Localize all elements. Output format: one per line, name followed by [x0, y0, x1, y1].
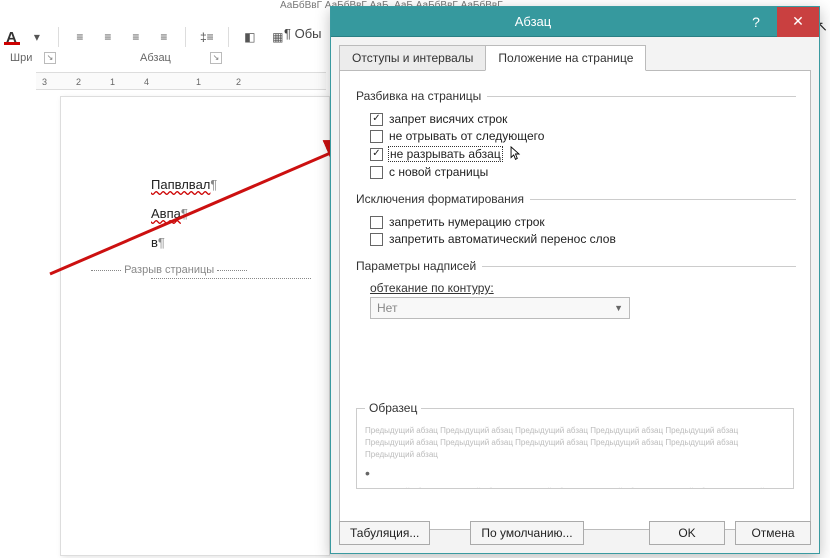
close-button[interactable]: ✕	[777, 7, 819, 37]
group-pagination: Разбивка на страницы запрет висячих стро…	[354, 89, 796, 184]
set-default-button[interactable]: По умолчанию...	[470, 521, 583, 545]
page-break-marker: Разрыв страницы	[151, 264, 311, 279]
help-button[interactable]: ?	[735, 7, 777, 37]
checkbox-row[interactable]: запретить нумерацию строк	[370, 215, 796, 229]
group-textbox-options: Параметры надписей обтекание по контуру:…	[354, 259, 796, 321]
group-formatting-exceptions: Исключения форматирования запретить нуме…	[354, 192, 796, 251]
group-formatting-legend: Исключения форматирования	[354, 192, 530, 206]
pilcrow-icon: ¶	[158, 235, 165, 250]
group-label-paragraph: Абзац	[140, 52, 171, 64]
pilcrow-icon: ¶	[210, 177, 217, 192]
ruler-num: 4	[144, 77, 149, 87]
wrap-select-value: Нет	[377, 301, 397, 315]
preview-area: Образец Предыдущий абзац Предыдущий абза…	[354, 399, 796, 489]
preview-prev-text: Предыдущий абзац Предыдущий абзац Предыд…	[365, 426, 738, 459]
dialog-tabs: Отступы и интервалы Положение на страниц…	[339, 45, 819, 71]
misspelled-word[interactable]: Авпа	[151, 206, 181, 221]
dialog-footer: Табуляция... По умолчанию... OK Отмена	[339, 521, 811, 545]
checkbox-label: запретить нумерацию строк	[389, 215, 545, 229]
separator	[185, 27, 186, 47]
cancel-button[interactable]: Отмена	[735, 521, 811, 545]
checkbox-label-focused: не разрывать абзац	[389, 147, 502, 161]
checkbox-suppress-line-numbers[interactable]	[370, 216, 383, 229]
ruler-num: 2	[236, 77, 241, 87]
align-justify-button[interactable]: ≡	[153, 26, 175, 48]
preview-fieldset: Образец Предыдущий абзац Предыдущий абза…	[356, 399, 794, 489]
paragraph-dialog-launcher[interactable]: ↘	[210, 52, 222, 64]
ruler-num: 1	[196, 77, 201, 87]
checkbox-keep-with-next[interactable]	[370, 130, 383, 143]
tab-panel-page-position: Разбивка на страницы запрет висячих стро…	[339, 70, 811, 530]
group-label-font: Шри	[10, 52, 32, 64]
wrap-select[interactable]: Нет ▼	[370, 297, 630, 319]
font-dialog-launcher[interactable]: ↘	[44, 52, 56, 64]
checkbox-label: запрет висячих строк	[389, 112, 507, 126]
tab-page-position[interactable]: Положение на странице	[485, 45, 646, 71]
font-color-underline-icon	[4, 42, 20, 45]
align-center-button[interactable]: ≡	[97, 26, 119, 48]
ruler-num: 3	[42, 77, 47, 87]
checkbox-row[interactable]: не разрывать абзац	[370, 146, 796, 162]
wrap-label: обтекание по контуру:	[370, 281, 796, 295]
checkbox-row[interactable]: запрет висячих строк	[370, 112, 796, 126]
document-line: в¶	[151, 235, 329, 250]
font-color-button[interactable]: A	[6, 29, 20, 46]
document-line: Авпа¶	[151, 206, 329, 221]
checkbox-label: не отрывать от следующего	[389, 129, 544, 143]
checkbox-row[interactable]: запретить автоматический перенос слов	[370, 232, 796, 246]
checkbox-page-break-before[interactable]	[370, 166, 383, 179]
checkbox-label: с новой страницы	[389, 165, 488, 179]
separator	[228, 27, 229, 47]
align-left-button[interactable]: ≡	[69, 26, 91, 48]
dialog-titlebar[interactable]: Абзац ? ✕	[331, 7, 819, 37]
style-sample-fragment: ¶ Обы	[284, 26, 322, 41]
checkbox-row[interactable]: с новой страницы	[370, 165, 796, 179]
font-color-dropdown[interactable]: ▾	[26, 26, 48, 48]
preview-current-marker: •	[365, 463, 785, 484]
ruler-num: 2	[76, 77, 81, 87]
misspelled-word[interactable]: Папвлвал	[151, 177, 210, 192]
chevron-down-icon: ▼	[614, 303, 623, 313]
style-sample-text: ¶ Обы	[284, 26, 322, 41]
dialog-title: Абзац	[331, 14, 735, 29]
group-textbox-legend: Параметры надписей	[354, 259, 482, 273]
mouse-cursor-icon	[510, 146, 521, 162]
checkbox-label: запретить автоматический перенос слов	[389, 232, 616, 246]
align-right-button[interactable]: ≡	[125, 26, 147, 48]
pilcrow-icon: ¶	[181, 206, 188, 221]
page-break-label: Разрыв страницы	[124, 264, 214, 276]
paragraph-dialog: Абзац ? ✕ Отступы и интервалы Положение …	[330, 6, 820, 554]
checkbox-keep-lines-together[interactable]	[370, 148, 383, 161]
shading-button[interactable]: ◧	[239, 26, 261, 48]
word: в	[151, 235, 158, 250]
tab-indents[interactable]: Отступы и интервалы	[339, 45, 486, 71]
separator	[58, 27, 59, 47]
group-pagination-legend: Разбивка на страницы	[354, 89, 487, 103]
checkbox-row[interactable]: не отрывать от следующего	[370, 129, 796, 143]
toolbar-row: A ▾ ≡ ≡ ≡ ≡ ‡≡ ◧ ▦	[6, 26, 289, 48]
document-line: Папвлвал¶	[151, 177, 329, 192]
line-spacing-button[interactable]: ‡≡	[196, 26, 218, 48]
preview-legend: Образец	[365, 399, 421, 417]
dialog-body: Отступы и интервалы Положение на страниц…	[331, 37, 819, 553]
horizontal-ruler[interactable]: 3 2 1 4 1 2	[36, 72, 326, 90]
checkbox-no-hyphenation[interactable]	[370, 233, 383, 246]
checkbox-widow-control[interactable]	[370, 113, 383, 126]
ruler-num: 1	[110, 77, 115, 87]
preview-following-text: Следующий абзац Следующий абзац Следующи…	[365, 487, 764, 489]
document-page[interactable]: Папвлвал¶ Авпа¶ в¶ Разрыв страницы	[60, 96, 330, 556]
ok-button[interactable]: OK	[649, 521, 725, 545]
tabs-button[interactable]: Табуляция...	[339, 521, 430, 545]
